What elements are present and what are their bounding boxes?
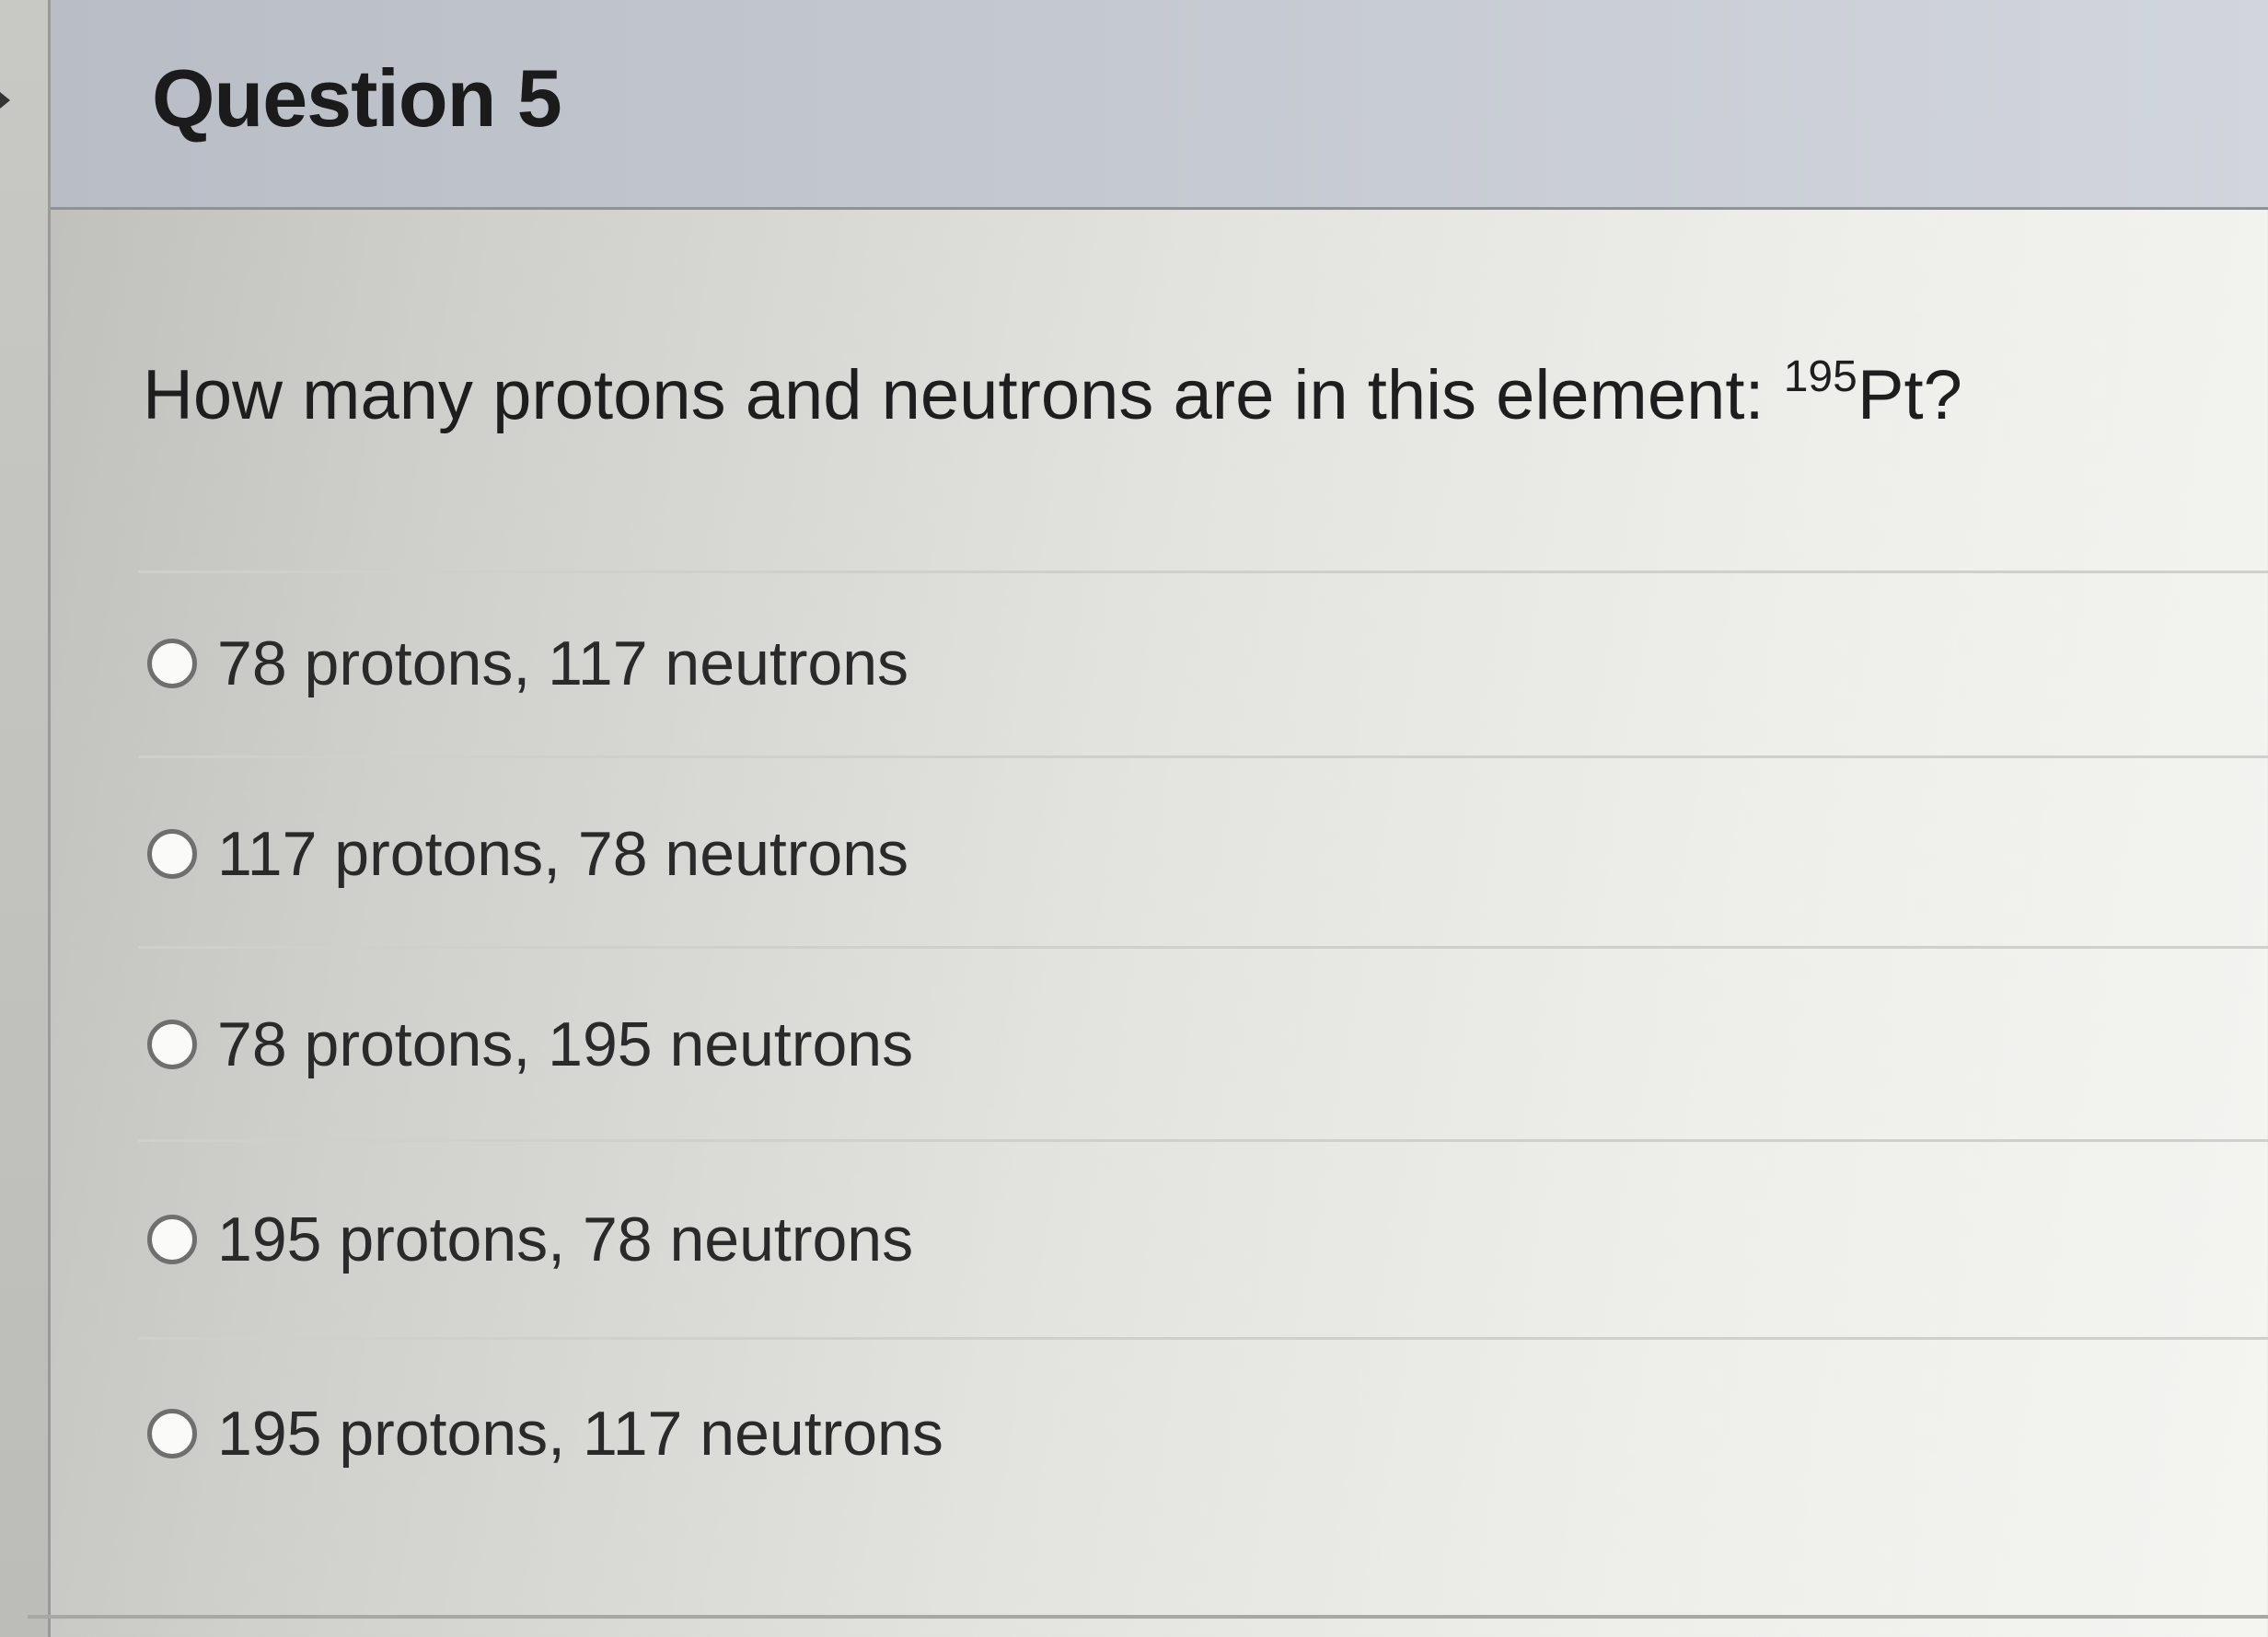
panel-bottom-border [28,1615,2268,1619]
radio-unselected-icon[interactable] [147,1020,197,1069]
radio-unselected-icon[interactable] [147,639,197,688]
question-text: How many protons and neutrons are in thi… [143,355,1962,435]
answer-option-4[interactable]: 195 protons, 78 neutrons [147,1193,913,1285]
answer-option-3[interactable]: 78 protons, 195 neutrons [147,998,913,1090]
question-title: Question 5 [152,52,562,144]
question-divider [138,571,2268,573]
answer-label: 78 protons, 195 neutrons [217,1009,914,1079]
answer-divider [138,755,2268,758]
question-body: How many protons and neutrons are in thi… [51,210,2268,1627]
question-text-prefix: How many protons and neutrons are in thi… [143,356,1784,434]
caret-right-icon[interactable] [0,92,10,109]
radio-unselected-icon[interactable] [147,1215,197,1264]
answer-option-5[interactable]: 195 protons, 117 neutrons [147,1388,943,1480]
answer-divider [138,946,2268,949]
question-header: Question 5 [51,0,2268,210]
element-symbol: Pt? [1857,356,1962,434]
answer-divider [138,1139,2268,1142]
radio-unselected-icon[interactable] [147,1409,197,1458]
radio-unselected-icon[interactable] [147,829,197,879]
answer-option-2[interactable]: 117 protons, 78 neutrons [147,808,908,900]
side-strip [0,0,48,1637]
answer-label: 117 protons, 78 neutrons [217,819,909,889]
answer-label: 195 protons, 78 neutrons [217,1205,914,1274]
answer-option-1[interactable]: 78 protons, 117 neutrons [147,617,908,709]
answer-divider [138,1337,2268,1340]
mass-number-superscript: 195 [1783,352,1857,401]
question-panel: Question 5 How many protons and neutrons… [48,0,2268,1637]
answer-label: 195 protons, 117 neutrons [217,1399,943,1469]
answer-label: 78 protons, 117 neutrons [217,628,909,698]
